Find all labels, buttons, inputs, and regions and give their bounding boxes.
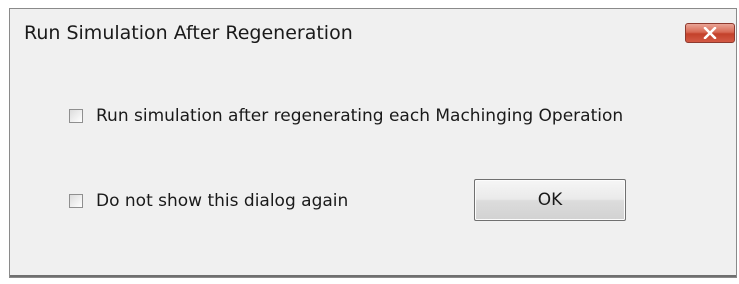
run-simulation-checkbox[interactable] [69,109,83,123]
do-not-show-option[interactable]: Do not show this dialog again [69,191,348,211]
dialog-window: Run Simulation After Regeneration Run si… [9,8,737,278]
do-not-show-label[interactable]: Do not show this dialog again [96,191,348,211]
ok-button[interactable]: OK [474,179,626,221]
run-simulation-option[interactable]: Run simulation after regenerating each M… [69,106,623,126]
run-simulation-label[interactable]: Run simulation after regenerating each M… [96,106,623,126]
title-bar[interactable]: Run Simulation After Regeneration [10,9,736,55]
window-title: Run Simulation After Regeneration [24,22,353,44]
close-button[interactable] [685,23,735,43]
close-icon [703,27,717,39]
do-not-show-checkbox[interactable] [69,194,83,208]
